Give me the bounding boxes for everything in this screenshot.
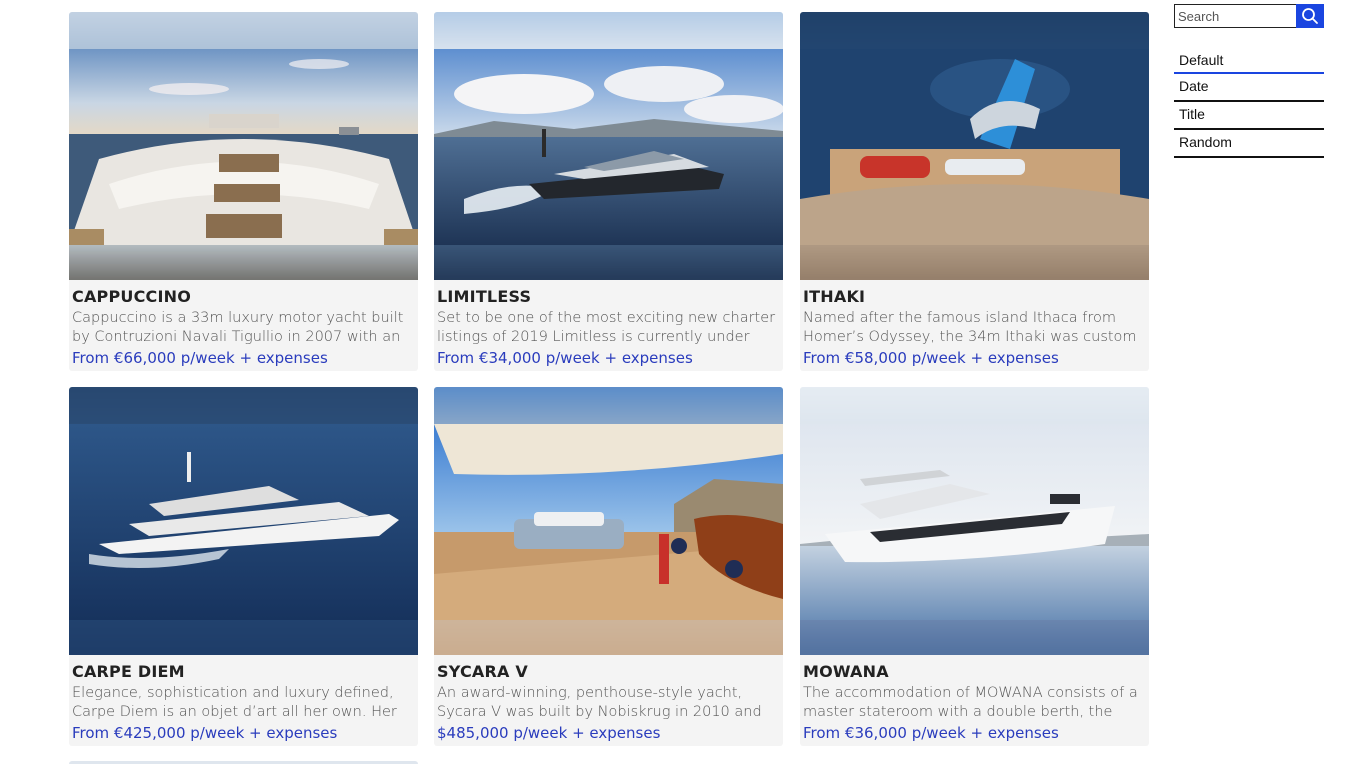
yacht-card-carpe-diem[interactable]: CARPE DIEM Elegance, sophistication and … [69,387,418,746]
search-button[interactable] [1296,4,1324,28]
yacht-description: Elegance, sophistication and luxury defi… [72,685,397,720]
sort-options: Default Date Title Random [1174,50,1324,158]
yacht-price: From €66,000 p/week + expenses [72,349,328,367]
yacht-title[interactable]: LIMITLESS [437,287,531,306]
yacht-price: From €425,000 p/week + expenses [72,724,338,742]
yacht-price: From €58,000 p/week + expenses [803,349,1059,367]
sort-random[interactable]: Random [1174,130,1324,158]
yacht-photo[interactable] [800,387,1149,655]
yacht-card-sycara-v[interactable]: SYCARA V An award-winning, penthouse-sty… [434,387,783,746]
yacht-description: The accommodation of MOWANA consists of … [803,685,1138,720]
yacht-card-ithaki[interactable]: ITHAKI Named after the famous island Ith… [800,12,1149,371]
yacht-price: $485,000 p/week + expenses [437,724,661,742]
sort-default[interactable]: Default [1174,50,1324,74]
yacht-description: Cappuccino is a 33m luxury motor yacht b… [72,310,404,345]
yacht-photo[interactable] [69,12,418,280]
yacht-title[interactable]: CAPPUCCINO [72,287,191,306]
yacht-title[interactable]: CARPE DIEM [72,662,185,681]
yacht-price: From €36,000 p/week + expenses [803,724,1059,742]
sort-date[interactable]: Date [1174,74,1324,102]
yacht-card-limitless[interactable]: LIMITLESS Set to be one of the most exci… [434,12,783,371]
yacht-title[interactable]: ITHAKI [803,287,865,306]
yacht-photo[interactable] [69,387,418,655]
yacht-price: From €34,000 p/week + expenses [437,349,693,367]
yacht-card-cappuccino[interactable]: CAPPUCCINO Cappuccino is a 33m luxury mo… [69,12,418,371]
yacht-photo[interactable] [800,12,1149,280]
yacht-photo[interactable] [434,387,783,655]
yacht-card-mowana[interactable]: MOWANA The accommodation of MOWANA consi… [800,387,1149,746]
yacht-title[interactable]: SYCARA V [437,662,528,681]
search-form [1174,4,1324,28]
yacht-photo[interactable] [434,12,783,280]
search-input[interactable] [1174,4,1296,28]
sort-title[interactable]: Title [1174,102,1324,130]
yacht-title[interactable]: MOWANA [803,662,889,681]
yacht-description: Named after the famous island Ithaca fro… [803,310,1137,345]
yacht-description: An award-winning, penthouse-style yacht,… [437,685,762,720]
yacht-description: Set to be one of the most exciting new c… [437,310,776,345]
search-icon [1302,8,1318,24]
sidebar: Default Date Title Random [1174,4,1324,158]
